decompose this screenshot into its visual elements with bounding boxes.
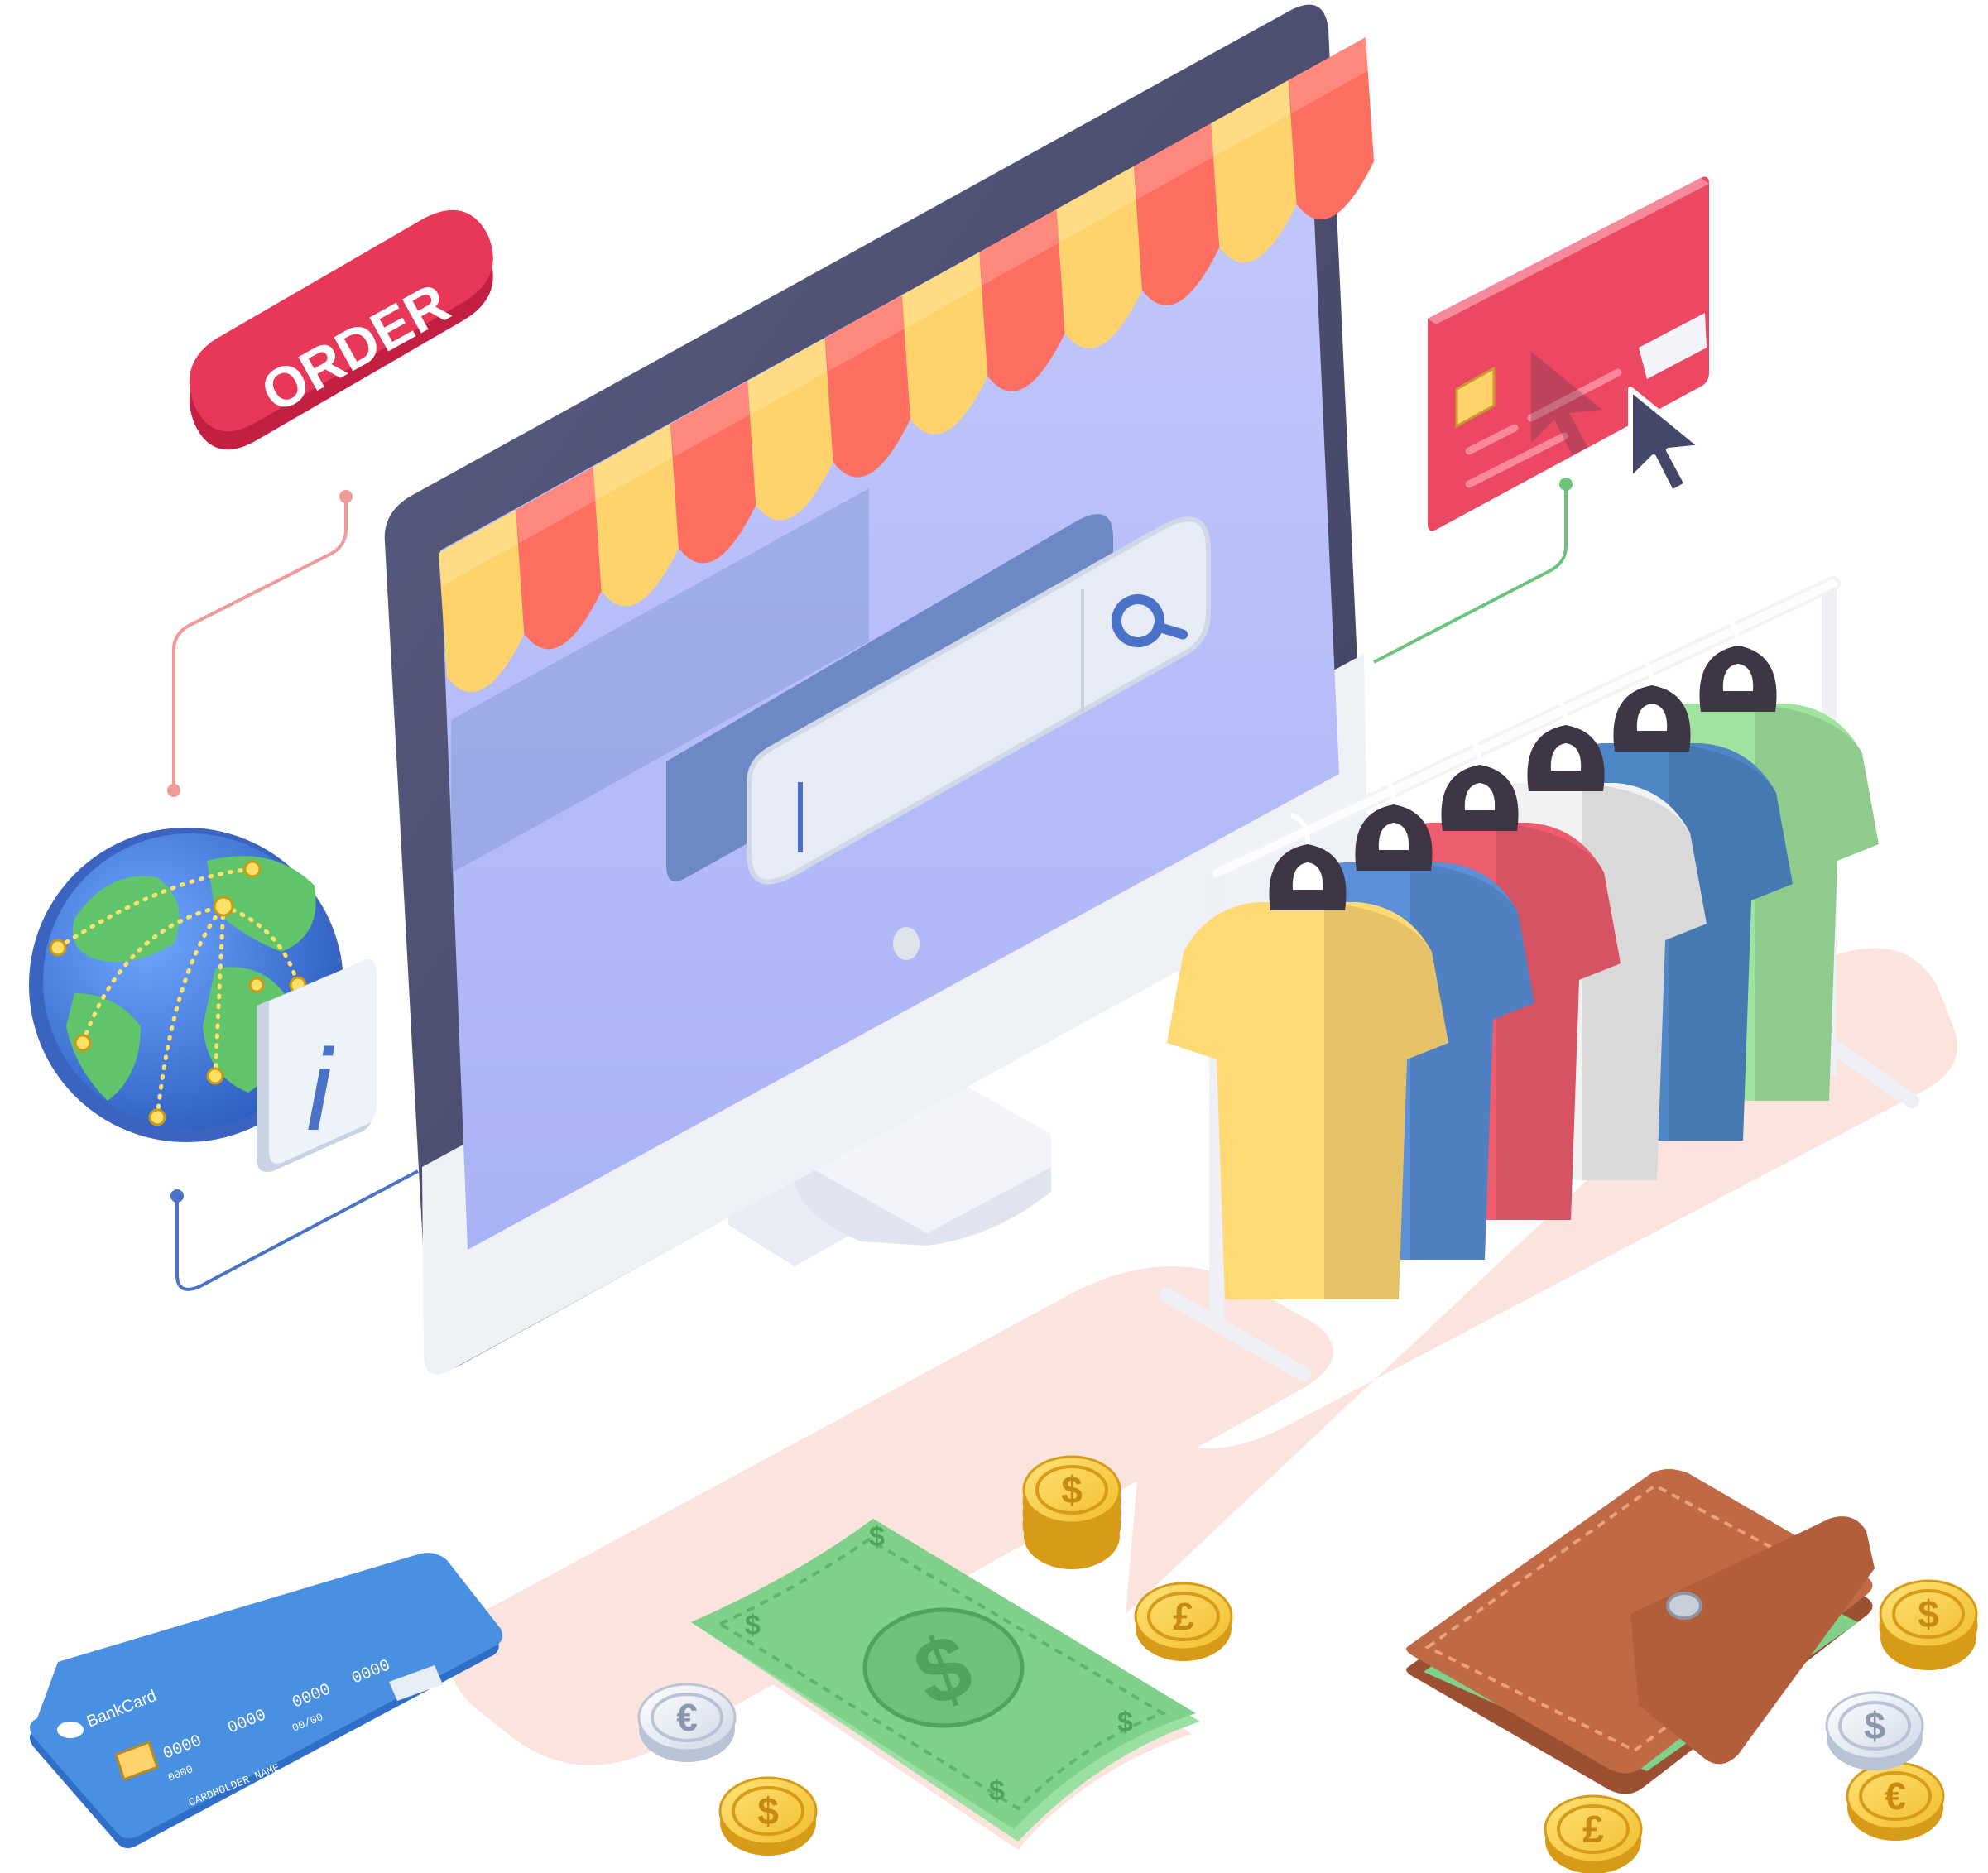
gold-coin: $ [718,1776,818,1856]
coin-symbol: $ [1864,1704,1885,1747]
coin-symbol: £ [1582,1808,1604,1851]
gold-coin: £ [1134,1582,1233,1661]
payment-card[interactable] [1428,176,1709,531]
coin-symbol: £ [1173,1595,1194,1638]
banknote-corner-symbol-3: $ [989,1775,1005,1807]
silver-coin: € [637,1683,737,1762]
order-button[interactable]: ORDER [189,209,493,450]
banknote-corner-symbol-1: $ [745,1610,761,1641]
gold-coin: £ [1544,1794,1643,1873]
coin-symbol: € [676,1696,698,1739]
wallet-button-icon [1666,1592,1702,1620]
info-icon: i [306,1025,335,1155]
coin-symbol: € [1885,1775,1906,1818]
gold-coin: € [1846,1761,1945,1841]
coin-symbol: $ [1918,1592,1939,1635]
banknote-corner-symbol-2: $ [1117,1707,1133,1738]
bank-card-logo-icon [57,1722,84,1738]
bank-card: BankCard 0000 0000 0000 0000 0000 00/00 … [30,1553,503,1849]
wallet [1406,1469,1875,1794]
coin-symbol: $ [1061,1468,1083,1511]
gold-coin: $ [1022,1455,1121,1569]
coin-symbol: $ [757,1789,779,1832]
silver-coin: $ [1825,1691,1924,1770]
online-shopping-illustration: ORDER i BankCard 0000 0000 0000 0000 000… [29,4,1978,1873]
monitor-camera-dot [893,927,920,960]
banknote-corner-symbol-4: $ [869,1521,885,1553]
gold-coin: $ [1879,1579,1978,1670]
